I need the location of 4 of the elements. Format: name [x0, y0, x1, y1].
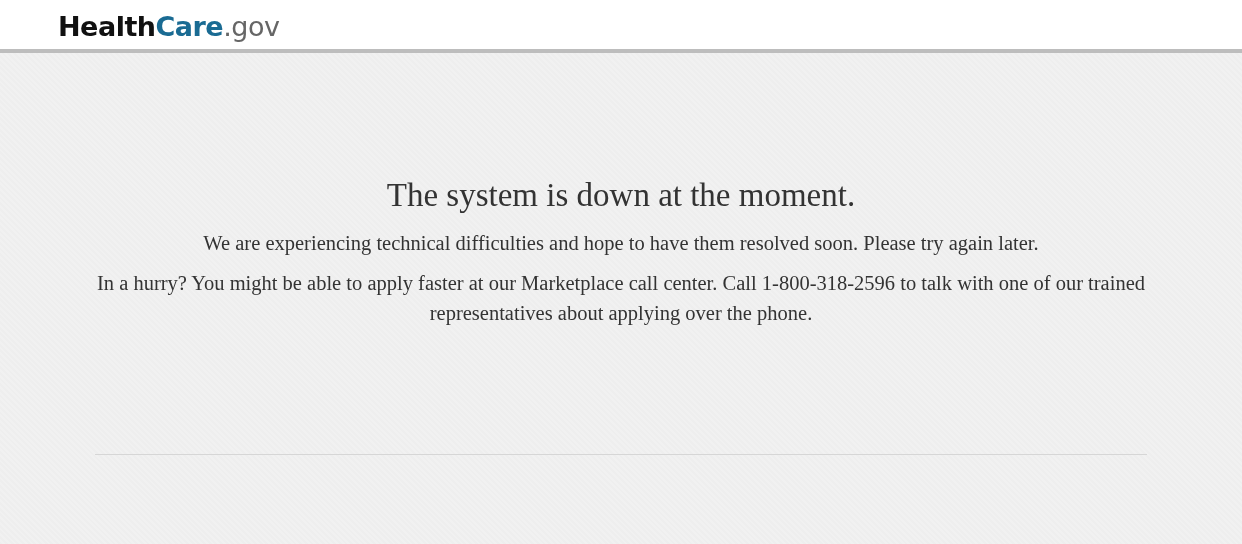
- error-heading: The system is down at the moment.: [386, 177, 856, 214]
- message-paragraph: We are experiencing technical difficulties and hope to have them resolved soon. Please try again later.: [203, 231, 1039, 257]
- site-logo[interactable]: HealthCare.gov: [58, 13, 280, 40]
- message-paragraph: In a hurry? You might be able to apply faster at our Marketplace call center. Call 1-800-318-2596 to talk with one of our trained representatives about applying over the phone.: [96, 271, 1146, 327]
